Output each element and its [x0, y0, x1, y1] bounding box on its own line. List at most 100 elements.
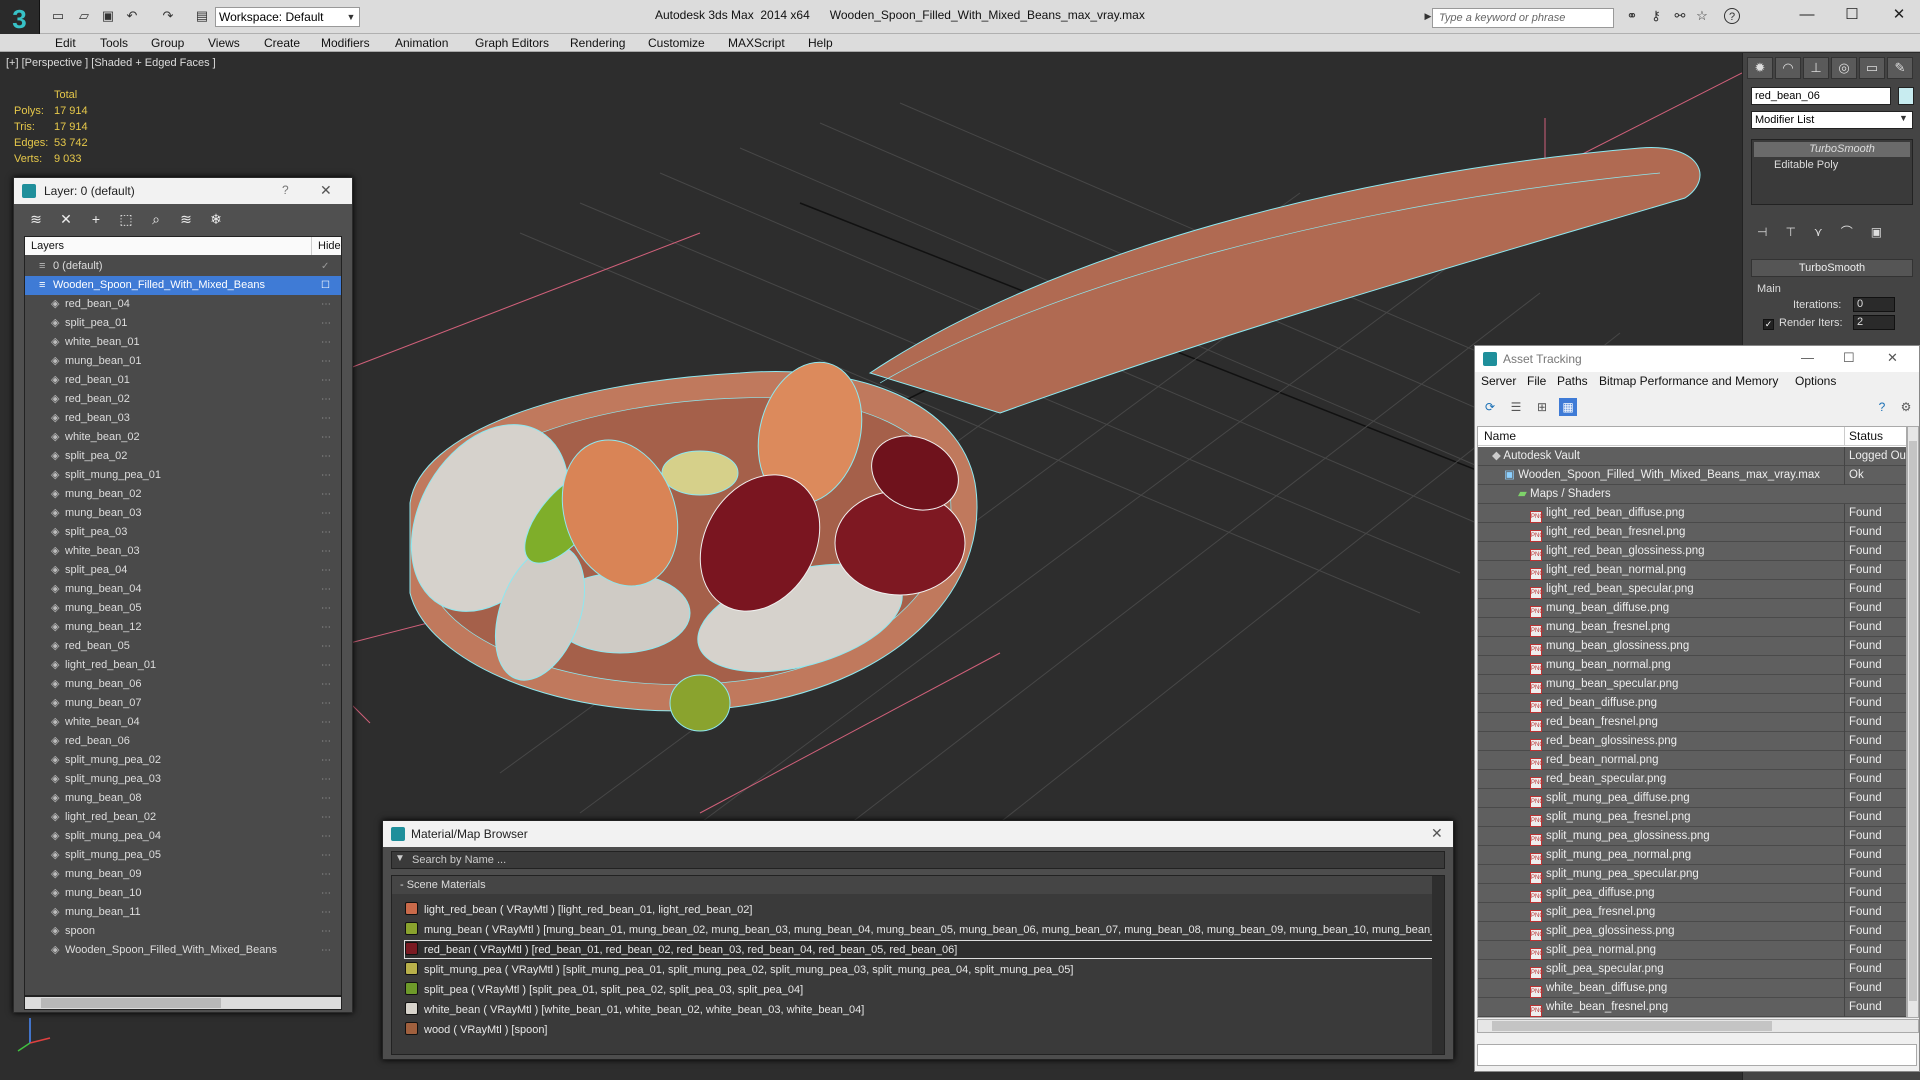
hide-toggle[interactable]: ⋯: [321, 504, 335, 523]
material-row[interactable]: white_bean ( VRayMtl ) [white_bean_01, w…: [404, 1000, 1436, 1019]
asset-row[interactable]: PNG split_pea_fresnel.png Found: [1478, 903, 1906, 922]
asset-row[interactable]: PNG split_mung_pea_fresnel.png Found: [1478, 808, 1906, 827]
asset-row[interactable]: PNG split_pea_specular.png Found: [1478, 960, 1906, 979]
menu-create[interactable]: Create: [264, 34, 300, 52]
new-file-icon[interactable]: ▭: [50, 8, 66, 24]
layer-row[interactable]: ◈ mung_bean_11 ⋯: [25, 903, 341, 922]
layer-row[interactable]: ◈ red_bean_01 ⋯: [25, 371, 341, 390]
hide-toggle[interactable]: ⋯: [321, 523, 335, 542]
hide-toggle[interactable]: ⋯: [321, 485, 335, 504]
check-icon[interactable]: ✓: [321, 257, 335, 276]
menu-animation[interactable]: Animation: [395, 34, 448, 52]
project-folder-icon[interactable]: ▤: [194, 8, 210, 24]
search-input[interactable]: Type a keyword or phrase: [1432, 8, 1614, 28]
hide-toggle[interactable]: ⋯: [321, 846, 335, 865]
key-icon[interactable]: ⚷: [1648, 8, 1664, 24]
save-file-icon[interactable]: ▣: [100, 8, 116, 24]
menu-tools[interactable]: Tools: [100, 34, 128, 52]
asset-row[interactable]: PNG light_red_bean_glossiness.png Found: [1478, 542, 1906, 561]
layer-row[interactable]: ◈ mung_bean_07 ⋯: [25, 694, 341, 713]
minimize-icon[interactable]: —: [1801, 350, 1814, 365]
layer-row[interactable]: ◈ spoon ⋯: [25, 922, 341, 941]
menu-file[interactable]: File: [1527, 372, 1546, 390]
layer-row[interactable]: ◈ split_mung_pea_04 ⋯: [25, 827, 341, 846]
asset-row[interactable]: PNG light_red_bean_specular.png Found: [1478, 580, 1906, 599]
asset-row[interactable]: PNG white_bean_fresnel.png Found: [1478, 998, 1906, 1017]
layer-row[interactable]: ◈ light_red_bean_02 ⋯: [25, 808, 341, 827]
horizontal-scrollbar[interactable]: [24, 996, 342, 1010]
asset-row[interactable]: PNG split_mung_pea_diffuse.png Found: [1478, 789, 1906, 808]
app-logo-icon[interactable]: 3: [0, 0, 40, 38]
hide-toggle[interactable]: ⋯: [321, 903, 335, 922]
hide-toggle[interactable]: ⋯: [321, 314, 335, 333]
asset-row[interactable]: PNG mung_bean_glossiness.png Found: [1478, 637, 1906, 656]
material-browser-title[interactable]: Material/Map Browser: [383, 821, 1453, 847]
hide-toggle[interactable]: ⋯: [321, 922, 335, 941]
close-icon[interactable]: ✕: [1884, 4, 1914, 26]
layer-row[interactable]: ◈ mung_bean_10 ⋯: [25, 884, 341, 903]
asset-path-field[interactable]: [1477, 1044, 1917, 1066]
object-color-swatch[interactable]: [1898, 87, 1914, 105]
menu-server[interactable]: Server: [1481, 372, 1516, 390]
workspace-dropdown[interactable]: Workspace: Default: [215, 7, 360, 27]
hide-toggle[interactable]: ⋯: [321, 599, 335, 618]
layer-row[interactable]: ◈ mung_bean_09 ⋯: [25, 865, 341, 884]
hide-toggle[interactable]: ⋯: [321, 580, 335, 599]
layer-row[interactable]: ◈ mung_bean_05 ⋯: [25, 599, 341, 618]
layer-row[interactable]: ◈ mung_bean_02 ⋯: [25, 485, 341, 504]
hide-toggle[interactable]: ⋯: [321, 618, 335, 637]
turbosmooth-rollout[interactable]: TurboSmooth: [1751, 259, 1913, 277]
menu-rendering[interactable]: Rendering: [570, 34, 625, 52]
layer-row[interactable]: ◈ red_bean_03 ⋯: [25, 409, 341, 428]
utilities-tab-icon[interactable]: ✎: [1887, 57, 1913, 79]
connect-icon[interactable]: ⚯: [1672, 8, 1688, 24]
column-header-hide[interactable]: Hide: [311, 237, 341, 255]
asset-row[interactable]: PNG red_bean_normal.png Found: [1478, 751, 1906, 770]
layer-row[interactable]: ◈ mung_bean_04 ⋯: [25, 580, 341, 599]
create-layer-icon[interactable]: ≋: [26, 210, 46, 228]
layer-row[interactable]: ◈ white_bean_03 ⋯: [25, 542, 341, 561]
asset-row[interactable]: PNG light_red_bean_diffuse.png Found: [1478, 504, 1906, 523]
asset-row[interactable]: ▣ Wooden_Spoon_Filled_With_Mixed_Beans_m…: [1478, 466, 1906, 485]
asset-row[interactable]: PNG split_pea_normal.png Found: [1478, 941, 1906, 960]
maximize-icon[interactable]: ☐: [1843, 350, 1855, 366]
hide-toggle[interactable]: ⋯: [321, 770, 335, 789]
layer-row[interactable]: ◈ split_mung_pea_05 ⋯: [25, 846, 341, 865]
vertical-scrollbar[interactable]: [1432, 876, 1444, 1054]
hide-toggle[interactable]: ⋯: [321, 865, 335, 884]
scrollbar-thumb[interactable]: [41, 998, 221, 1008]
hide-toggle[interactable]: ⋯: [321, 333, 335, 352]
menu-group[interactable]: Group: [151, 34, 184, 52]
hide-toggle[interactable]: ⋯: [321, 808, 335, 827]
layer-row[interactable]: ◈ red_bean_04 ⋯: [25, 295, 341, 314]
layer-row[interactable]: ◈ red_bean_06 ⋯: [25, 732, 341, 751]
help-icon[interactable]: ?: [1724, 8, 1740, 24]
hide-toggle[interactable]: ⋯: [321, 884, 335, 903]
material-row[interactable]: red_bean ( VRayMtl ) [red_bean_01, red_b…: [404, 940, 1436, 959]
horizontal-scrollbar[interactable]: [1477, 1019, 1919, 1033]
asset-row[interactable]: ◆ Autodesk Vault Logged Out: [1478, 447, 1906, 466]
asset-row[interactable]: PNG red_bean_diffuse.png Found: [1478, 694, 1906, 713]
hide-toggle[interactable]: ⋯: [321, 941, 335, 960]
asset-row[interactable]: PNG split_mung_pea_normal.png Found: [1478, 846, 1906, 865]
asset-row[interactable]: PNG split_pea_diffuse.png Found: [1478, 884, 1906, 903]
close-icon[interactable]: ✕: [320, 182, 332, 199]
layer-row[interactable]: ◈ mung_bean_06 ⋯: [25, 675, 341, 694]
column-header-layers[interactable]: Layers: [31, 237, 64, 255]
asset-row[interactable]: PNG mung_bean_normal.png Found: [1478, 656, 1906, 675]
highlight-layer-icon[interactable]: ⌕: [146, 210, 166, 228]
motion-tab-icon[interactable]: ◎: [1831, 57, 1857, 79]
asset-row[interactable]: PNG mung_bean_fresnel.png Found: [1478, 618, 1906, 637]
undo-icon[interactable]: ↶: [124, 8, 140, 24]
asset-row[interactable]: PNG white_bean_diffuse.png Found: [1478, 979, 1906, 998]
asset-row[interactable]: PNG split_mung_pea_specular.png Found: [1478, 865, 1906, 884]
viewport-label[interactable]: [+] [Perspective ] [Shaded + Edged Faces…: [6, 57, 216, 69]
layer-row[interactable]: ◈ Wooden_Spoon_Filled_With_Mixed_Beans ⋯: [25, 941, 341, 960]
hide-toggle[interactable]: ⋯: [321, 447, 335, 466]
layer-row[interactable]: ≡ Wooden_Spoon_Filled_With_Mixed_Beans ☐: [25, 276, 341, 295]
layer-row[interactable]: ◈ split_pea_04 ⋯: [25, 561, 341, 580]
material-row[interactable]: light_red_bean ( VRayMtl ) [light_red_be…: [404, 900, 1436, 919]
asset-row[interactable]: PNG mung_bean_specular.png Found: [1478, 675, 1906, 694]
modify-tab-icon[interactable]: ◠: [1775, 57, 1801, 79]
scene-materials-header[interactable]: - Scene Materials: [392, 876, 1444, 894]
